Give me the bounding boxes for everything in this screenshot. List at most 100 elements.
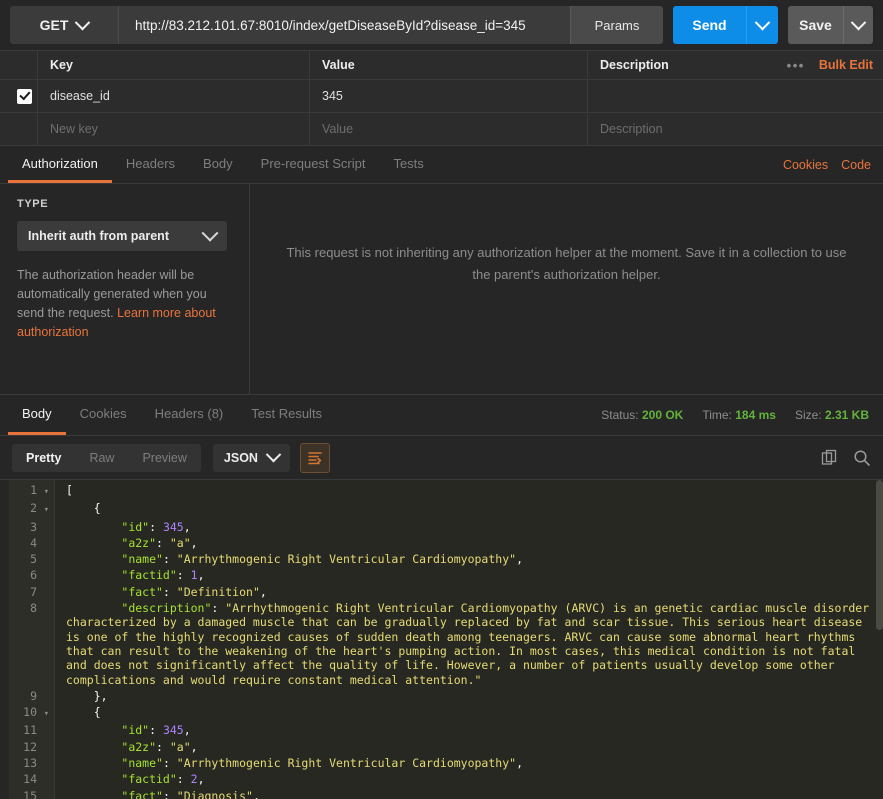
tab-tests[interactable]: Tests [379,146,437,183]
view-mode-pretty[interactable]: Pretty [12,444,75,472]
code-line-content: }, [55,688,883,704]
code-token-punct: : [162,756,177,771]
code-line: 11 "id": 345, [0,722,883,739]
more-options-icon[interactable]: ••• [787,58,805,73]
size-label: Size: [794,408,822,422]
time-badge: Time: 184 ms [702,408,776,422]
send-options-button[interactable] [746,6,778,44]
save-options-button[interactable] [843,6,873,44]
view-mode-raw[interactable]: Raw [75,444,128,472]
tab-body[interactable]: Body [189,146,247,183]
fold-chevron-icon[interactable]: ▾ [40,485,49,499]
code-token-punct: , [259,584,267,599]
new-param-value-input[interactable]: Value [310,113,588,145]
word-wrap-toggle[interactable] [299,442,330,473]
code-line-content: "fact": "Definition", [55,584,883,600]
code-token-punct: : [156,739,170,754]
auth-type-select[interactable]: Inherit auth from parent [17,221,227,251]
code-token-punct: : [156,535,170,550]
code-line: 8 "description": "Arrhythmogenic Right V… [0,600,883,688]
code-token-punct: : [149,723,163,738]
tab-pre-request-script[interactable]: Pre-request Script [247,146,380,183]
chevron-down-icon [265,446,282,463]
response-tab-cookies[interactable]: Cookies [66,395,141,435]
response-tab-test-results[interactable]: Test Results [237,395,336,435]
tab-headers[interactable]: Headers [112,146,189,183]
search-button[interactable] [853,449,871,467]
response-format-select[interactable]: JSON [212,443,290,472]
code-line: 2 ▾ { [0,500,883,519]
code-line-content: [ [55,480,883,500]
auth-inherit-note: This request is not inheriting any autho… [286,245,847,282]
http-method-label: GET [39,17,69,33]
code-token-string: "Diagnosis" [176,788,253,799]
fold-chevron-icon[interactable]: ▾ [40,503,49,517]
code-token-key: "factid" [121,772,177,787]
save-button[interactable]: Save [788,6,843,44]
code-token-string: "a" [169,739,191,754]
http-method-selector[interactable]: GET [10,6,119,44]
code-line-content: "name": "Arrhythmogenic Right Ventricula… [55,755,883,771]
params-header-description-label: Description [600,58,669,72]
response-tab-headers[interactable]: Headers (8) [141,395,238,435]
code-token-key: "name" [121,552,163,567]
code-token-punct: : [162,584,177,599]
code-line: 15 "fact": "Diagnosis", [0,787,883,799]
param-value-input[interactable]: 345 [310,80,588,112]
params-header-value: Value [310,51,588,79]
response-view-bar: Pretty Raw Preview JSON [0,436,883,479]
code-token-key: "name" [121,756,163,771]
code-token-number: 2 [190,772,198,787]
param-description-input[interactable] [588,80,883,112]
auth-help-text: The authorization header will be automat… [17,266,225,342]
vertical-scrollbar[interactable] [876,480,883,799]
copy-button[interactable] [821,449,838,466]
code-token-punct: : [162,788,177,799]
size-badge: Size: 2.31 KB [795,408,869,422]
response-code-scroll[interactable]: 1 ▾[2 ▾ {3 "id": 345, 4 "a2z": "a", 5 "name"… [0,480,883,799]
code-line-content: "factid": 1, [55,567,883,583]
code-token-punct: : [162,552,177,567]
response-meta: Status: 200 OK Time: 184 ms Size: 2.31 K… [601,395,883,435]
send-button[interactable]: Send [673,6,746,44]
response-tab-body[interactable]: Body [8,395,66,435]
code-line: 7 "fact": "Definition", [0,583,883,601]
params-button[interactable]: Params [570,6,663,44]
params-header-key: Key [38,51,310,79]
param-enabled-cell [0,80,38,112]
cookies-link[interactable]: Cookies [783,158,828,172]
code-line-content: "id": 345, [55,722,883,738]
scrollbar-thumb[interactable] [876,480,883,630]
view-mode-preview[interactable]: Preview [128,444,200,472]
response-format-value: JSON [223,450,258,465]
status-value: 200 OK [641,408,684,422]
url-input[interactable]: http://83.212.101.67:8010/index/getDisea… [119,6,570,44]
tab-authorization[interactable]: Authorization [8,146,112,183]
request-tabs: Authorization Headers Body Pre-request S… [0,146,883,184]
response-body-actions [821,449,871,467]
new-param-checkbox-cell [0,113,38,145]
new-param-description-input[interactable]: Description [588,113,883,145]
code-line-content: "description": "Arrhythmogenic Right Ven… [55,600,883,688]
param-key-input[interactable]: disease_id [38,80,310,112]
code-token-punct: [ [66,483,73,497]
bulk-edit-button[interactable]: Bulk Edit [819,58,873,72]
code-line: 12 "a2z": "a", [0,738,883,756]
code-line: 14 "factid": 2, [0,771,883,788]
new-param-key-input[interactable]: New key [38,113,310,145]
code-token-punct: , [190,739,198,754]
code-link[interactable]: Code [841,158,871,172]
table-row: disease_id 345 [0,80,883,113]
fold-chevron-icon[interactable]: ▾ [40,707,49,721]
code-token-punct: , [516,756,523,771]
param-enabled-checkbox[interactable] [17,88,32,104]
code-token-punct: , [183,723,191,738]
query-params-table: Key Value Description ••• Bulk Edit dise… [0,50,883,146]
